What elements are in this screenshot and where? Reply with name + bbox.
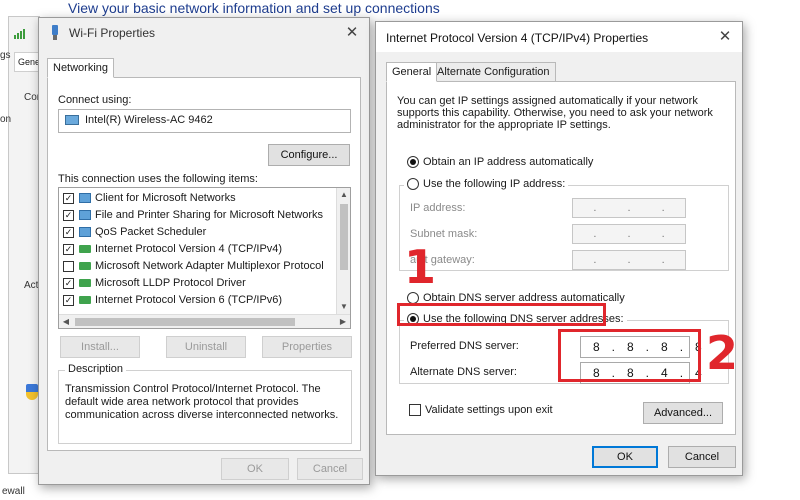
close-icon[interactable]: ✕ bbox=[714, 26, 736, 48]
annotation-step-1: 1 bbox=[404, 240, 437, 294]
description-legend: Description bbox=[65, 363, 127, 375]
wifi-properties-window: Wi-Fi Properties ✕ Networking Connect us… bbox=[38, 17, 370, 485]
cancel-button[interactable]: Cancel bbox=[297, 458, 363, 480]
connect-using-label: Connect using: bbox=[58, 94, 132, 106]
window-title: Internet Protocol Version 4 (TCP/IPv4) P… bbox=[386, 31, 649, 45]
scroll-left-icon[interactable]: ◀ bbox=[59, 315, 73, 328]
scroll-up-icon[interactable]: ▲ bbox=[337, 188, 350, 202]
default-gateway-input[interactable]: . . . bbox=[572, 250, 686, 270]
list-item[interactable]: Microsoft Network Adapter Multiplexor Pr… bbox=[63, 260, 324, 277]
background-status-window bbox=[8, 16, 40, 474]
adapter-name: Intel(R) Wireless-AC 9462 bbox=[85, 114, 213, 126]
checkbox-checked[interactable]: ✓ bbox=[63, 277, 74, 289]
list-item-label: QoS Packet Scheduler bbox=[95, 226, 207, 238]
items-list[interactable]: ✓ Client for Microsoft Networks ✓ File and… bbox=[58, 187, 351, 329]
tab-general[interactable]: General bbox=[386, 62, 438, 82]
cancel-button[interactable]: Cancel bbox=[668, 446, 736, 468]
ok-button[interactable]: OK bbox=[592, 446, 658, 468]
highlight-dns-fields bbox=[558, 329, 701, 382]
annotation-step-2: 2 bbox=[706, 326, 739, 380]
list-item-label: Microsoft LLDP Protocol Driver bbox=[95, 277, 246, 289]
ok-button[interactable]: OK bbox=[221, 458, 289, 480]
list-item[interactable]: ✓ Internet Protocol Version 6 (TCP/IPv6) bbox=[63, 294, 282, 311]
close-icon[interactable]: ✕ bbox=[341, 22, 363, 44]
radio-label: Obtain an IP address automatically bbox=[423, 156, 594, 168]
protocol-icon bbox=[79, 262, 91, 271]
list-item-label: Microsoft Network Adapter Multiplexor Pr… bbox=[95, 260, 324, 272]
list-item[interactable]: ✓ File and Printer Sharing for Microsoft … bbox=[63, 209, 323, 226]
background-heading: View your basic network information and … bbox=[68, 0, 440, 16]
preferred-dns-label: Preferred DNS server: bbox=[410, 340, 519, 352]
list-item[interactable]: ✓ Client for Microsoft Networks bbox=[63, 192, 236, 209]
list-item[interactable]: ✓ QoS Packet Scheduler bbox=[63, 226, 206, 243]
scrollbar-thumb[interactable] bbox=[75, 318, 295, 326]
checkbox-checked[interactable]: ✓ bbox=[63, 209, 74, 221]
wifi-adapter-icon bbox=[52, 25, 58, 40]
subnet-mask-label: Subnet mask: bbox=[410, 228, 478, 240]
list-item-label: Client for Microsoft Networks bbox=[95, 192, 236, 204]
list-item-label: File and Printer Sharing for Microsoft N… bbox=[95, 209, 324, 221]
scrollbar-thumb[interactable] bbox=[340, 204, 348, 270]
radio-obtain-ip-auto[interactable]: Obtain an IP address automatically bbox=[407, 156, 594, 169]
checkbox-unchecked[interactable] bbox=[409, 404, 421, 417]
ip-address-input[interactable]: . . . bbox=[572, 198, 686, 218]
checkbox-label: Validate settings upon exit bbox=[425, 404, 553, 416]
background-text-fragment: gs bbox=[0, 50, 11, 61]
alternate-dns-label: Alternate DNS server: bbox=[410, 366, 517, 378]
checkbox-checked[interactable]: ✓ bbox=[63, 294, 74, 306]
qos-icon bbox=[79, 227, 91, 238]
scroll-right-icon[interactable]: ▶ bbox=[336, 315, 350, 328]
list-item-label: Internet Protocol Version 4 (TCP/IPv4) bbox=[95, 243, 283, 255]
uninstall-button[interactable]: Uninstall bbox=[166, 336, 246, 358]
shield-icon bbox=[26, 384, 38, 400]
checkbox-checked[interactable]: ✓ bbox=[63, 226, 74, 238]
protocol-icon bbox=[79, 245, 91, 254]
network-adapter-icon bbox=[65, 115, 79, 126]
tab-networking[interactable]: Networking bbox=[47, 58, 115, 78]
network-client-icon bbox=[79, 193, 91, 204]
radio-unselected[interactable] bbox=[407, 178, 419, 191]
items-label: This connection uses the following items… bbox=[58, 173, 258, 185]
properties-button[interactable]: Properties bbox=[262, 336, 352, 358]
networking-tab-panel: Connect using: Intel(R) Wireless-AC 9462… bbox=[47, 77, 361, 451]
checkbox-checked[interactable]: ✓ bbox=[63, 192, 74, 204]
list-item[interactable]: ✓ Internet Protocol Version 4 (TCP/IPv4) bbox=[63, 243, 282, 260]
ip-address-group: Use the following IP address: IP address… bbox=[399, 178, 729, 271]
protocol-icon bbox=[79, 296, 91, 305]
file-sharing-icon bbox=[79, 210, 91, 221]
tab-alternate-configuration[interactable]: Alternate Configuration bbox=[431, 62, 556, 82]
background-text-fragment: ewall bbox=[2, 486, 25, 497]
install-button[interactable]: Install... bbox=[60, 336, 140, 358]
wifi-signal-icon bbox=[14, 29, 28, 39]
radio-selected[interactable] bbox=[407, 156, 419, 169]
background-text-fragment: Act bbox=[24, 280, 39, 291]
vertical-scrollbar[interactable]: ▲ ▼ bbox=[336, 188, 350, 314]
scroll-down-icon[interactable]: ▼ bbox=[337, 300, 350, 314]
list-item[interactable]: ✓ Microsoft LLDP Protocol Driver bbox=[63, 277, 246, 294]
title-bar[interactable]: Wi-Fi Properties ✕ bbox=[39, 18, 369, 48]
configure-button[interactable]: Configure... bbox=[268, 144, 350, 166]
description-text: Transmission Control Protocol/Internet P… bbox=[65, 383, 339, 421]
info-text: You can get IP settings assigned automat… bbox=[397, 95, 713, 131]
subnet-mask-input[interactable]: . . . bbox=[572, 224, 686, 244]
checkbox-unchecked[interactable] bbox=[63, 260, 74, 272]
background-text-fragment: on bbox=[0, 114, 12, 125]
ip-address-label: IP address: bbox=[410, 202, 466, 214]
checkbox-checked[interactable]: ✓ bbox=[63, 243, 74, 255]
radio-label: Use the following IP address: bbox=[423, 178, 566, 190]
list-item-label: Internet Protocol Version 6 (TCP/IPv6) bbox=[95, 294, 283, 306]
validate-settings-checkbox[interactable]: Validate settings upon exit bbox=[409, 404, 553, 417]
protocol-icon bbox=[79, 279, 91, 288]
highlight-dns-radio bbox=[397, 303, 606, 326]
description-group: Description Transmission Control Protoco… bbox=[58, 363, 352, 444]
radio-use-following-ip[interactable]: Use the following IP address: bbox=[404, 178, 569, 191]
horizontal-scrollbar[interactable]: ◀ ▶ bbox=[59, 314, 350, 328]
advanced-button[interactable]: Advanced... bbox=[643, 402, 723, 424]
title-bar[interactable]: Internet Protocol Version 4 (TCP/IPv4) P… bbox=[376, 22, 742, 52]
adapter-field: Intel(R) Wireless-AC 9462 bbox=[58, 109, 351, 133]
window-title: Wi-Fi Properties bbox=[69, 26, 156, 40]
